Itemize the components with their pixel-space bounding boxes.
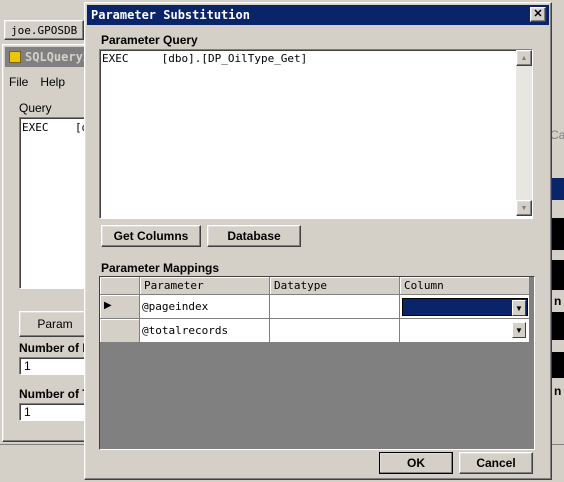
back-number-value-1: 1	[24, 359, 31, 373]
get-columns-button[interactable]: Get Columns	[101, 225, 201, 247]
close-icon: ✕	[533, 8, 543, 20]
grid-header-parameter[interactable]: Parameter	[140, 277, 270, 295]
grid-row-2-dropdown-button[interactable]: ▼	[512, 322, 526, 338]
grid-header-column[interactable]: Column	[400, 277, 530, 295]
right-fragment-dark-5	[552, 352, 564, 378]
back-menu: File Help	[9, 75, 65, 93]
cancel-button-label: Cancel	[476, 456, 516, 470]
back-query-editor[interactable]: EXEC [db	[19, 117, 95, 289]
grid-header-parameter-label: Parameter	[144, 279, 204, 292]
grid-header-column-label: Column	[404, 279, 444, 292]
scroll-up-icon: ▲	[520, 54, 528, 62]
document-tab-label: joe.GPOSDB	[11, 24, 78, 37]
menu-help[interactable]: Help	[40, 75, 65, 93]
right-fragment-n2: n	[554, 384, 562, 398]
grid-row-2-parameter-text: @totalrecords	[142, 324, 229, 337]
app-icon	[9, 51, 21, 63]
cancel-button[interactable]: Cancel	[459, 452, 533, 474]
right-fragment-dark-3	[552, 260, 564, 290]
parameter-query-text: EXEC [dbo].[DP_OilType_Get]	[102, 52, 308, 65]
grid-row-1-column-dropdown[interactable]: ▼	[400, 295, 530, 319]
back-window-title: SQLQuery5	[25, 50, 91, 64]
back-number-field-1[interactable]: 1	[19, 357, 91, 375]
grid-row-2-datatype[interactable]	[270, 319, 400, 343]
parameter-substitution-dialog: Parameter Substitution ✕ Parameter Query…	[84, 2, 552, 480]
back-window-titlebar: SQLQuery5	[5, 47, 91, 67]
back-number-value-2: 1	[24, 405, 31, 419]
grid-row-1-column-selected: ▼	[402, 298, 528, 316]
get-columns-button-label: Get Columns	[113, 229, 189, 243]
document-tab[interactable]: joe.GPOSDB	[4, 20, 84, 40]
chevron-down-icon: ▼	[515, 325, 523, 335]
grid-row-2-parameter[interactable]: @totalrecords	[140, 319, 270, 343]
grid-row-1-datatype[interactable]	[270, 295, 400, 319]
dialog-titlebar[interactable]: Parameter Substitution ✕	[87, 5, 549, 25]
query-scrollbar[interactable]: ▲ ▼	[516, 50, 532, 216]
parameter-mappings-grid: Parameter Datatype Column ▶ @pageindex ▼	[99, 276, 535, 450]
back-query-label: Query	[19, 101, 52, 115]
grid-row-1-parameter-text: @pageindex	[142, 300, 209, 313]
back-window: SQLQuery5 File Help Query EXEC [db Param…	[2, 44, 95, 442]
grid-row-2-selector[interactable]	[100, 319, 140, 343]
back-number-label-1: Number of I	[19, 341, 86, 355]
right-fragment-dark-2	[552, 218, 564, 250]
right-fragment-n1: n	[554, 294, 562, 308]
right-fragment-dark-1	[552, 178, 564, 200]
chevron-down-icon: ▼	[515, 303, 523, 313]
right-fragment-dark-4	[552, 312, 564, 340]
back-number-label-2: Number of T	[19, 387, 90, 401]
scroll-up-button[interactable]: ▲	[516, 50, 532, 66]
scroll-down-icon: ▼	[520, 204, 528, 212]
ok-button[interactable]: OK	[379, 452, 453, 474]
database-button-label: Database	[227, 229, 281, 243]
grid-header-datatype[interactable]: Datatype	[270, 277, 400, 295]
ok-button-label: OK	[407, 456, 425, 470]
grid-row-1-dropdown-button[interactable]: ▼	[512, 300, 526, 316]
grid-corner-header	[100, 277, 140, 295]
back-number-field-2[interactable]: 1	[19, 403, 91, 421]
close-button[interactable]: ✕	[530, 7, 546, 22]
grid-row-1-parameter[interactable]: @pageindex	[140, 295, 270, 319]
back-param-button[interactable]: Param	[19, 311, 91, 337]
dialog-title: Parameter Substitution	[91, 8, 250, 22]
back-param-button-label: Param	[37, 317, 73, 331]
grid-row-1-selector[interactable]: ▶	[100, 295, 140, 319]
grid-row-2-column-dropdown[interactable]: ▼	[400, 319, 530, 343]
scroll-down-button[interactable]: ▼	[516, 200, 532, 216]
parameter-query-editor[interactable]: EXEC [dbo].[DP_OilType_Get] ▲ ▼	[99, 49, 533, 219]
menu-file[interactable]: File	[9, 75, 28, 93]
parameter-query-label: Parameter Query	[101, 33, 198, 47]
parameter-mappings-label: Parameter Mappings	[101, 261, 220, 275]
database-button[interactable]: Database	[207, 225, 301, 247]
grid-header-datatype-label: Datatype	[274, 279, 327, 292]
current-row-arrow-icon: ▶	[104, 300, 112, 311]
right-fragment-ca: Ca	[550, 128, 564, 142]
